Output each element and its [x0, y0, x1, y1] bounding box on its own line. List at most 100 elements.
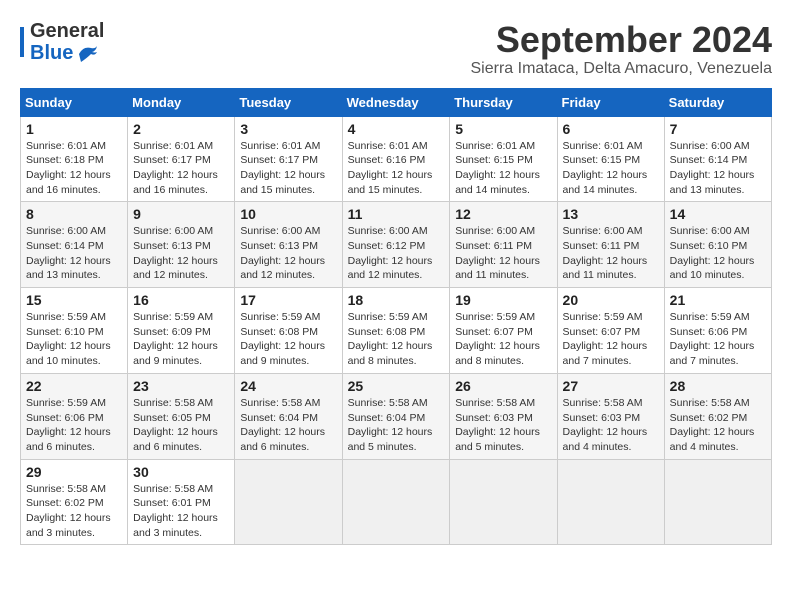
calendar-cell: 21Sunrise: 5:59 AMSunset: 6:06 PMDayligh…: [664, 288, 771, 374]
calendar-cell: [450, 459, 557, 545]
day-number: 24: [240, 378, 336, 394]
calendar-cell: 11 Sunrise: 6:00 AMSunset: 6:12 PMDayligh…: [342, 202, 450, 288]
day-number: 28: [670, 378, 766, 394]
logo: General Blue: [20, 20, 104, 64]
calendar-cell: 15Sunrise: 5:59 AMSunset: 6:10 PMDayligh…: [21, 288, 128, 374]
day-number: 8: [26, 206, 122, 222]
location-title: Sierra Imataca, Delta Amacuro, Venezuela: [471, 60, 773, 78]
day-info: Sunrise: 6:00 AMSunset: 6:13 PMDaylight:…: [133, 224, 229, 283]
calendar-cell: [664, 459, 771, 545]
day-number: 29: [26, 464, 122, 480]
week-row-1: 1 Sunrise: 6:01 AMSunset: 6:18 PMDaylight…: [21, 116, 772, 202]
week-row-2: 8 Sunrise: 6:00 AMSunset: 6:14 PMDaylight…: [21, 202, 772, 288]
day-number: 2: [133, 121, 229, 137]
calendar-cell: 26 Sunrise: 5:58 AMSunset: 6:03 PMDayligh…: [450, 373, 557, 459]
day-info: Sunrise: 6:01 AMSunset: 6:16 PMDaylight:…: [348, 139, 445, 198]
day-number: 26: [455, 378, 551, 394]
calendar-cell: 5 Sunrise: 6:01 AMSunset: 6:15 PMDaylight…: [450, 116, 557, 202]
day-number: 11: [348, 206, 445, 222]
day-info: Sunrise: 6:01 AMSunset: 6:17 PMDaylight:…: [133, 139, 229, 198]
calendar-cell: 19 Sunrise: 5:59 AMSunset: 6:07 PMDayligh…: [450, 288, 557, 374]
calendar-cell: 24Sunrise: 5:58 AMSunset: 6:04 PMDayligh…: [235, 373, 342, 459]
weekday-header-row: SundayMondayTuesdayWednesdayThursdayFrid…: [21, 88, 772, 116]
calendar-cell: 25 Sunrise: 5:58 AMSunset: 6:04 PMDayligh…: [342, 373, 450, 459]
calendar-cell: 13 Sunrise: 6:00 AMSunset: 6:11 PMDayligh…: [557, 202, 664, 288]
calendar-cell: 6 Sunrise: 6:01 AMSunset: 6:15 PMDaylight…: [557, 116, 664, 202]
day-number: 30: [133, 464, 229, 480]
week-row-5: 29 Sunrise: 5:58 AMSunset: 6:02 PMDayligh…: [21, 459, 772, 545]
day-info: Sunrise: 5:58 AMSunset: 6:01 PMDaylight:…: [133, 482, 229, 541]
calendar-cell: 12 Sunrise: 6:00 AMSunset: 6:11 PMDayligh…: [450, 202, 557, 288]
calendar-cell: 18Sunrise: 5:59 AMSunset: 6:08 PMDayligh…: [342, 288, 450, 374]
day-info: Sunrise: 5:58 AMSunset: 6:04 PMDaylight:…: [348, 396, 445, 455]
day-number: 14: [670, 206, 766, 222]
calendar-cell: 7Sunrise: 6:00 AMSunset: 6:14 PMDaylight…: [664, 116, 771, 202]
day-info: Sunrise: 6:00 AMSunset: 6:13 PMDaylight:…: [240, 224, 336, 283]
day-info: Sunrise: 6:00 AMSunset: 6:10 PMDaylight:…: [670, 224, 766, 283]
calendar-cell: 10 Sunrise: 6:00 AMSunset: 6:13 PMDayligh…: [235, 202, 342, 288]
day-info: Sunrise: 6:01 AMSunset: 6:15 PMDaylight:…: [455, 139, 551, 198]
day-info: Sunrise: 6:00 AMSunset: 6:11 PMDaylight:…: [455, 224, 551, 283]
day-number: 6: [563, 121, 659, 137]
logo-bird-icon: [77, 44, 99, 62]
calendar-cell: 1 Sunrise: 6:01 AMSunset: 6:18 PMDaylight…: [21, 116, 128, 202]
calendar-cell: 17 Sunrise: 5:59 AMSunset: 6:08 PMDayligh…: [235, 288, 342, 374]
logo-general: General: [30, 20, 104, 42]
calendar-cell: 29 Sunrise: 5:58 AMSunset: 6:02 PMDayligh…: [21, 459, 128, 545]
day-number: 9: [133, 206, 229, 222]
day-info: Sunrise: 5:59 AMSunset: 6:07 PMDaylight:…: [455, 310, 551, 369]
weekday-tuesday: Tuesday: [235, 88, 342, 116]
day-number: 25: [348, 378, 445, 394]
calendar-cell: 30 Sunrise: 5:58 AMSunset: 6:01 PMDayligh…: [128, 459, 235, 545]
day-info: Sunrise: 6:01 AMSunset: 6:18 PMDaylight:…: [26, 139, 122, 198]
day-number: 10: [240, 206, 336, 222]
calendar-cell: 9 Sunrise: 6:00 AMSunset: 6:13 PMDaylight…: [128, 202, 235, 288]
calendar-cell: 27Sunrise: 5:58 AMSunset: 6:03 PMDayligh…: [557, 373, 664, 459]
day-info: Sunrise: 5:59 AMSunset: 6:08 PMDaylight:…: [240, 310, 336, 369]
day-info: Sunrise: 6:01 AMSunset: 6:15 PMDaylight:…: [563, 139, 659, 198]
title-block: September 2024 Sierra Imataca, Delta Ama…: [471, 20, 773, 78]
calendar-cell: 3Sunrise: 6:01 AMSunset: 6:17 PMDaylight…: [235, 116, 342, 202]
logo-blue: Blue: [30, 42, 73, 64]
day-info: Sunrise: 6:00 AMSunset: 6:14 PMDaylight:…: [26, 224, 122, 283]
calendar-cell: [342, 459, 450, 545]
page-header: General Blue September 2024 Sierra Imata…: [20, 20, 772, 78]
week-row-3: 15Sunrise: 5:59 AMSunset: 6:10 PMDayligh…: [21, 288, 772, 374]
day-info: Sunrise: 6:00 AMSunset: 6:14 PMDaylight:…: [670, 139, 766, 198]
day-number: 13: [563, 206, 659, 222]
day-info: Sunrise: 6:00 AMSunset: 6:12 PMDaylight:…: [348, 224, 445, 283]
day-number: 1: [26, 121, 122, 137]
day-info: Sunrise: 5:58 AMSunset: 6:02 PMDaylight:…: [26, 482, 122, 541]
day-number: 4: [348, 121, 445, 137]
month-title: September 2024: [471, 20, 773, 60]
day-number: 5: [455, 121, 551, 137]
calendar-cell: 28 Sunrise: 5:58 AMSunset: 6:02 PMDayligh…: [664, 373, 771, 459]
day-number: 12: [455, 206, 551, 222]
day-info: Sunrise: 5:58 AMSunset: 6:02 PMDaylight:…: [670, 396, 766, 455]
weekday-thursday: Thursday: [450, 88, 557, 116]
day-number: 15: [26, 292, 122, 308]
day-number: 19: [455, 292, 551, 308]
calendar-cell: 23Sunrise: 5:58 AMSunset: 6:05 PMDayligh…: [128, 373, 235, 459]
day-number: 21: [670, 292, 766, 308]
calendar-cell: [235, 459, 342, 545]
calendar-cell: 2 Sunrise: 6:01 AMSunset: 6:17 PMDaylight…: [128, 116, 235, 202]
calendar-table: SundayMondayTuesdayWednesdayThursdayFrid…: [20, 88, 772, 546]
day-info: Sunrise: 5:59 AMSunset: 6:06 PMDaylight:…: [26, 396, 122, 455]
day-info: Sunrise: 6:00 AMSunset: 6:11 PMDaylight:…: [563, 224, 659, 283]
calendar-cell: 8 Sunrise: 6:00 AMSunset: 6:14 PMDaylight…: [21, 202, 128, 288]
logo-line: [20, 27, 24, 57]
calendar-cell: 4 Sunrise: 6:01 AMSunset: 6:16 PMDaylight…: [342, 116, 450, 202]
weekday-monday: Monday: [128, 88, 235, 116]
calendar-cell: 14 Sunrise: 6:00 AMSunset: 6:10 PMDayligh…: [664, 202, 771, 288]
weekday-saturday: Saturday: [664, 88, 771, 116]
day-number: 17: [240, 292, 336, 308]
day-number: 18: [348, 292, 445, 308]
day-info: Sunrise: 5:58 AMSunset: 6:05 PMDaylight:…: [133, 396, 229, 455]
day-info: Sunrise: 5:58 AMSunset: 6:03 PMDaylight:…: [455, 396, 551, 455]
day-info: Sunrise: 6:01 AMSunset: 6:17 PMDaylight:…: [240, 139, 336, 198]
calendar-cell: 22Sunrise: 5:59 AMSunset: 6:06 PMDayligh…: [21, 373, 128, 459]
day-number: 27: [563, 378, 659, 394]
day-number: 20: [563, 292, 659, 308]
weekday-friday: Friday: [557, 88, 664, 116]
